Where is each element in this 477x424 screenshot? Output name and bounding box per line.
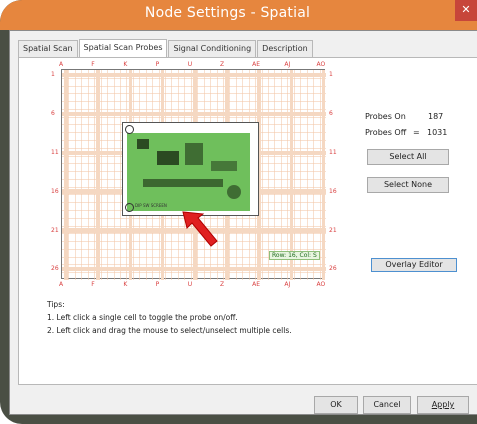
- column-label: AE: [252, 61, 261, 68]
- column-label: U: [187, 281, 193, 288]
- pcb-component: [185, 143, 203, 165]
- pcb-label-text: DIP SW SCREEN: [135, 203, 167, 208]
- select-all-button[interactable]: Select All: [367, 149, 449, 165]
- select-none-button[interactable]: Select None: [367, 177, 449, 193]
- grid-column-band: [321, 70, 326, 280]
- grid-line: [100, 70, 102, 280]
- grid-line: [261, 70, 263, 280]
- column-label: P: [155, 61, 160, 68]
- probes-off-separator: =: [413, 128, 420, 137]
- dialog-client-area: Spatial Scan Spatial Scan Probes Signal …: [9, 30, 477, 415]
- red-arrow-icon: [182, 211, 218, 247]
- apply-button[interactable]: Apply: [417, 396, 469, 414]
- row-label: 1: [51, 71, 55, 78]
- mounting-hole-icon: [125, 203, 134, 212]
- column-label: U: [187, 61, 193, 68]
- tips-section: Tips: 1. Left click a single cell to tog…: [47, 298, 292, 337]
- grid-line: [81, 70, 83, 280]
- row-label: 11: [329, 148, 337, 156]
- column-label: AJ: [284, 61, 291, 68]
- row-label: 26: [329, 265, 337, 273]
- grid-line: [293, 70, 295, 280]
- tab-description[interactable]: Description: [257, 40, 313, 58]
- column-label: A: [59, 61, 64, 68]
- tip-line-2: 2. Left click and drag the mouse to sele…: [47, 326, 292, 335]
- grid-line: [107, 70, 109, 280]
- probes-tab-panel: DIP SW SCREEN Row: 16, Col: S A A F F K K P P U U…: [18, 57, 477, 385]
- row-label: 1: [329, 71, 333, 78]
- tip-line-1: 1. Left click a single cell to toggle th…: [47, 313, 238, 322]
- close-icon[interactable]: ✕: [455, 0, 477, 21]
- row-label: 26: [51, 265, 59, 273]
- grid-line: [268, 70, 270, 280]
- grid-column-band: [96, 70, 100, 280]
- pcb-overlay-image: DIP SW SCREEN: [122, 122, 259, 216]
- row-label: 16: [51, 187, 59, 195]
- column-label: AE: [252, 281, 261, 288]
- grid-line: [319, 70, 321, 280]
- column-label: K: [123, 61, 128, 68]
- row-label: 11: [51, 148, 59, 156]
- row-label: 6: [51, 109, 55, 117]
- row-label: 6: [329, 109, 333, 117]
- probes-off-label: Probes Off: [365, 128, 407, 137]
- cell-hover-tooltip: Row: 16, Col: S: [269, 251, 320, 260]
- pcb-component: [211, 161, 237, 171]
- row-label: 16: [329, 187, 337, 195]
- dialog-window: Node Settings - Spatial ✕ Spatial Scan S…: [0, 0, 477, 424]
- grid-line: [306, 70, 308, 280]
- probe-grid-area: DIP SW SCREEN Row: 16, Col: S A A F F K K P P U U…: [51, 61, 337, 288]
- probes-on-value: 187: [428, 112, 444, 121]
- column-label: F: [91, 61, 95, 68]
- grid-line: [280, 70, 282, 280]
- row-label: 21: [329, 226, 337, 234]
- grid-line: [287, 70, 289, 280]
- pcb-component: [227, 185, 241, 199]
- grid-line: [87, 70, 89, 280]
- tab-signal-conditioning[interactable]: Signal Conditioning: [168, 40, 257, 58]
- column-label: P: [155, 281, 160, 288]
- probes-off-value: 1031: [427, 128, 448, 137]
- grid-line: [313, 70, 315, 280]
- grid-line: [119, 70, 121, 280]
- column-label: Z: [219, 281, 225, 288]
- tab-spatial-scan[interactable]: Spatial Scan: [18, 40, 78, 58]
- grid-line: [274, 70, 276, 280]
- column-label: Z: [219, 61, 225, 68]
- window-title: Node Settings - Spatial: [144, 5, 311, 21]
- column-label: F: [91, 281, 95, 288]
- grid-line: [74, 70, 76, 280]
- overlay-editor-button[interactable]: Overlay Editor: [371, 258, 457, 272]
- column-label: AJ: [284, 281, 291, 288]
- probes-on-label: Probes On: [365, 112, 406, 121]
- ok-button[interactable]: OK: [314, 396, 358, 414]
- grid-column-band: [64, 70, 68, 280]
- pcb-component: [137, 139, 149, 149]
- tab-strip: Spatial Scan Spatial Scan Probes Signal …: [18, 39, 314, 58]
- column-label: K: [123, 281, 128, 288]
- column-label: A: [59, 281, 64, 288]
- title-bar[interactable]: Node Settings - Spatial ✕: [0, 0, 477, 30]
- tips-heading: Tips:: [47, 300, 65, 309]
- tab-spatial-scan-probes[interactable]: Spatial Scan Probes: [78, 39, 168, 58]
- mounting-hole-icon: [125, 125, 134, 134]
- grid-line: [94, 70, 96, 280]
- cancel-button[interactable]: Cancel: [363, 396, 411, 414]
- grid-line: [68, 70, 70, 280]
- pcb-component: [143, 179, 223, 187]
- column-label: AO: [316, 281, 326, 288]
- grid-line: [113, 70, 115, 280]
- grid-line: [300, 70, 302, 280]
- pcb-component: [157, 151, 179, 165]
- grid-column-band: [289, 70, 294, 280]
- row-label: 21: [51, 226, 59, 234]
- column-label: AO: [316, 61, 326, 68]
